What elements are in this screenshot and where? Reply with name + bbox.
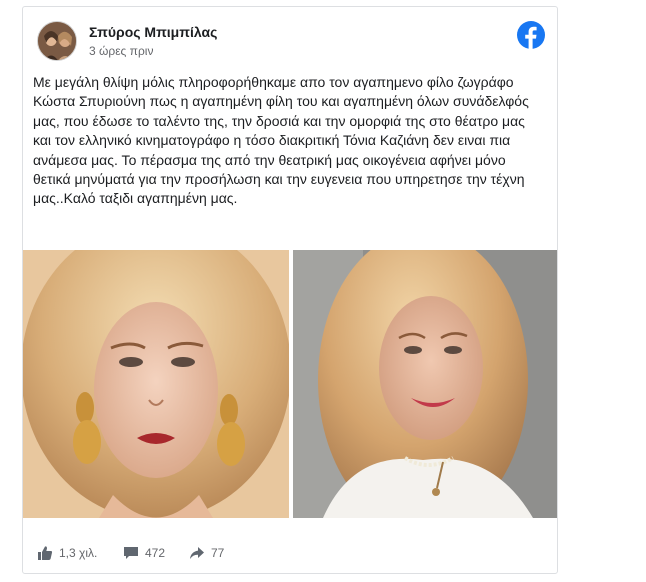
author-name[interactable]: Σπύρος Μπιμπίλας [89,24,217,40]
post-photo-right[interactable] [293,250,557,518]
comment-icon [124,547,138,559]
post-photo-left[interactable] [23,250,289,518]
comments-count[interactable]: 472 [123,543,165,563]
post-header: Σπύρος Μπιμπίλας 3 ώρες πριν [33,19,547,65]
comments-label: 472 [145,546,166,560]
likes-count[interactable]: 1,3 χιλ. [37,543,97,563]
facebook-post: Σπύρος Μπιμπίλας 3 ώρες πριν Με μεγάλη θ… [22,6,558,574]
share-icon [190,547,204,559]
post-footer: 1,3 χιλ. 472 77 [37,543,543,565]
likes-label: 1,3 χιλ. [59,546,98,560]
author-avatar[interactable] [37,21,77,61]
shares-count[interactable]: 77 [189,543,224,563]
thumbs-up-icon [38,546,53,560]
post-timestamp[interactable]: 3 ώρες πριν [89,44,153,58]
post-text: Με μεγάλη θλίψη μόλις πληροφορήθηκαμε απ… [33,74,529,207]
post-images [23,250,557,518]
facebook-icon[interactable] [517,21,545,49]
shares-label: 77 [211,546,225,560]
